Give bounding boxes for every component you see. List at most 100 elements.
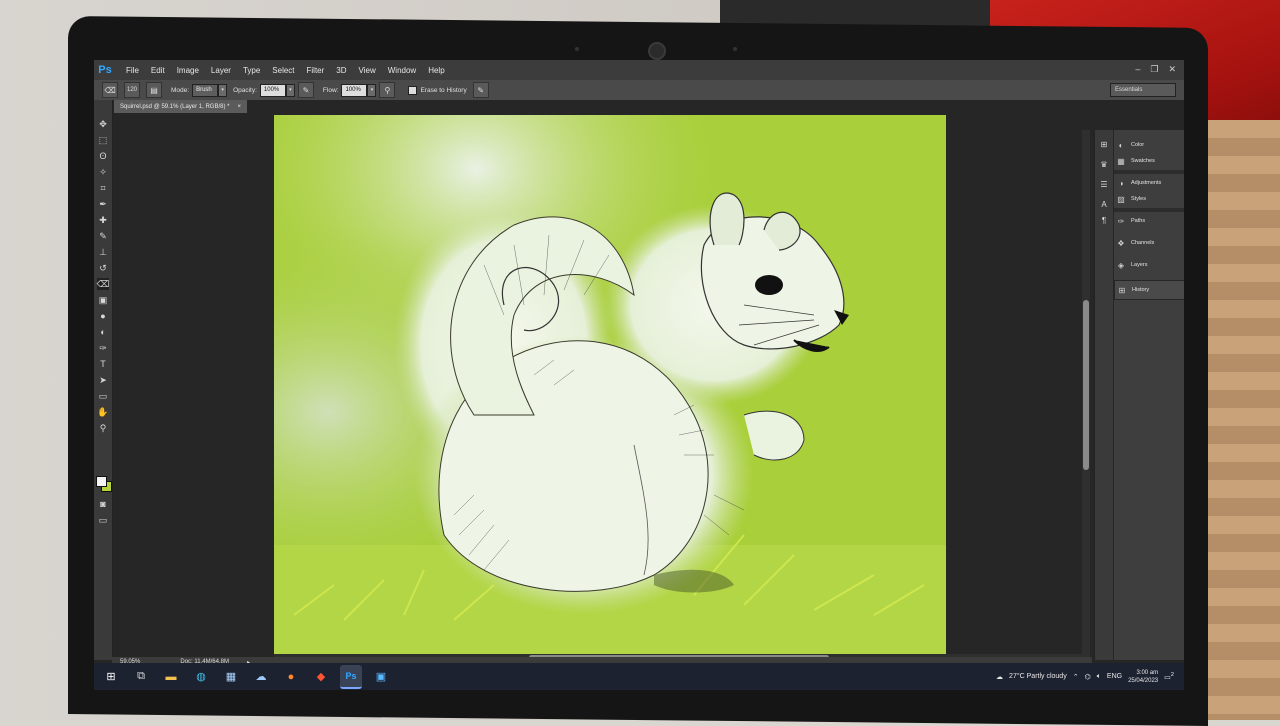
mode-dropdown-arrow-icon[interactable]: ▾ — [218, 83, 228, 97]
cloud-app-icon[interactable]: ☁ — [250, 666, 272, 688]
menu-edit[interactable]: Edit — [145, 66, 171, 75]
brush-panel-icon[interactable]: ▤ — [146, 82, 162, 98]
mode-select[interactable]: Brush — [192, 83, 219, 97]
squirrel-artwork — [274, 115, 946, 655]
opacity-dropdown-arrow-icon[interactable]: ▾ — [285, 83, 295, 97]
tray-overflow-chevron-icon[interactable]: ⌃ — [1073, 673, 1079, 681]
brush-size-picker[interactable]: 120 — [124, 82, 140, 98]
airbrush-icon[interactable]: ⚲ — [379, 82, 396, 98]
color-swatches[interactable] — [96, 476, 112, 492]
menu-filter[interactable]: Filter — [301, 66, 331, 75]
file-explorer-icon[interactable]: ▬ — [160, 666, 182, 688]
menu-file[interactable]: File — [120, 66, 145, 75]
opacity-input[interactable]: 100% — [259, 83, 286, 97]
foreground-color-swatch[interactable] — [96, 476, 107, 487]
properties-icon[interactable]: ☰ — [1098, 178, 1110, 190]
flow-dropdown-arrow-icon[interactable]: ▾ — [367, 83, 377, 97]
pressure-opacity-icon[interactable]: ✎ — [297, 82, 314, 98]
weather-text[interactable]: 27°C Partly cloudy — [1009, 673, 1067, 680]
weather-icon: ☁ — [996, 673, 1004, 681]
panel-layers[interactable]: ◈ Layers — [1116, 256, 1178, 274]
photos-app-icon[interactable]: ▣ — [370, 666, 392, 688]
history-icon: ⊞ — [1118, 285, 1126, 295]
quick-select-tool-icon[interactable]: ✧ — [97, 166, 109, 178]
gradient-tool-icon[interactable]: ▣ — [97, 294, 109, 306]
restore-button[interactable]: ❐ — [1150, 64, 1158, 75]
panel-channels[interactable]: ❖ Channels — [1116, 234, 1178, 252]
crop-tool-icon[interactable]: ⌗ — [97, 182, 109, 194]
clock-date: 25/04/2023 — [1128, 677, 1159, 684]
window-controls: – ❐ ✕ — [1135, 64, 1176, 75]
pressure-size-icon[interactable]: ✎ — [472, 82, 489, 98]
workspace-switcher[interactable]: Essentials — [1110, 83, 1176, 97]
clone-stamp-tool-icon[interactable]: ⊥ — [97, 246, 109, 258]
move-tool-icon[interactable]: ✥ — [97, 118, 109, 130]
menu-3d[interactable]: 3D — [330, 66, 352, 75]
calendar-app-icon[interactable]: ▦ — [220, 666, 242, 688]
close-button[interactable]: ✕ — [1168, 64, 1176, 75]
panel-color-label: Color — [1131, 142, 1145, 148]
blur-tool-icon[interactable]: ● — [97, 310, 109, 322]
notification-center-icon[interactable]: ▭2 — [1164, 672, 1174, 681]
network-icon[interactable]: ⌬ — [1085, 673, 1091, 681]
menu-window[interactable]: Window — [382, 66, 422, 75]
menu-type[interactable]: Type — [237, 66, 266, 75]
document-tab[interactable]: Squirrel.psd @ 59.1% (Layer 1, RGB/8) * … — [114, 100, 247, 113]
flow-input[interactable]: 100% — [341, 83, 368, 97]
minimize-button[interactable]: – — [1135, 64, 1140, 75]
screen-mode-icon[interactable]: ▭ — [97, 514, 109, 526]
photoshop-window: Ps File Edit Image Layer Type Select Fil… — [94, 60, 1184, 690]
sensor-dot — [733, 47, 737, 51]
history-panel-icon[interactable]: ⊞ — [1098, 138, 1110, 150]
windows-start-icon[interactable]: ⊞ — [100, 666, 122, 688]
clock[interactable]: 3:00 am 25/04/2023 — [1128, 669, 1158, 685]
eraser-tool-icon[interactable]: ⌫ — [97, 278, 109, 290]
menu-view[interactable]: View — [353, 66, 382, 75]
language-indicator[interactable]: ENG — [1107, 673, 1122, 680]
edge-browser-icon[interactable]: ◍ — [190, 666, 212, 688]
panel-history[interactable]: ⊞ History — [1117, 281, 1179, 299]
layers-panel-icon: ◈ — [1117, 260, 1125, 270]
lasso-tool-icon[interactable]: ʘ — [97, 150, 109, 162]
menu-image[interactable]: Image — [171, 66, 205, 75]
zoom-tool-icon[interactable]: ⚲ — [97, 422, 109, 434]
firefox-icon[interactable]: ● — [280, 666, 302, 688]
volume-icon[interactable]: 🔈︎ — [1097, 673, 1101, 681]
eyedropper-tool-icon[interactable]: ✒ — [97, 198, 109, 210]
panel-channels-label: Channels — [1131, 240, 1155, 246]
canvas[interactable] — [274, 115, 946, 655]
healing-brush-tool-icon[interactable]: ✚ — [97, 214, 109, 226]
menu-select[interactable]: Select — [266, 66, 300, 75]
quick-mask-icon[interactable]: ◙ — [97, 498, 109, 510]
marquee-tool-icon[interactable]: ⬚ — [97, 134, 109, 146]
document-tab-close-icon[interactable]: × — [237, 104, 241, 110]
dodge-tool-icon[interactable]: ◐ — [97, 326, 109, 338]
path-select-tool-icon[interactable]: ➤ — [97, 374, 109, 386]
brush-size-value: 120 — [126, 87, 137, 93]
character-panel-icon[interactable]: A — [1098, 198, 1110, 210]
erase-history-checkbox[interactable] — [408, 85, 418, 95]
panel-styles[interactable]: ▨ Styles — [1116, 190, 1178, 208]
eraser-tool-preset-icon[interactable]: ⌫ — [102, 82, 118, 98]
task-view-icon[interactable]: ⧉ — [130, 666, 152, 688]
brave-browser-icon[interactable]: ◆ — [310, 666, 332, 688]
panel-swatches[interactable]: ▦ Swatches — [1116, 152, 1178, 170]
vertical-scrollbar[interactable] — [1082, 130, 1090, 660]
brush-presets-icon[interactable]: ♛ — [1098, 158, 1110, 170]
history-brush-tool-icon[interactable]: ↺ — [97, 262, 109, 274]
menu-layer[interactable]: Layer — [205, 66, 237, 75]
hand-tool-icon[interactable]: ✋ — [97, 406, 109, 418]
menu-bar: Ps File Edit Image Layer Type Select Fil… — [94, 60, 1184, 80]
system-tray: ☁ 27°C Partly cloudy ⌃ ⌬ 🔈︎ ENG 3:00 am … — [996, 665, 1174, 688]
menu-help[interactable]: Help — [422, 66, 450, 75]
paragraph-panel-icon[interactable]: ¶ — [1098, 214, 1110, 226]
shape-tool-icon[interactable]: ▭ — [97, 390, 109, 402]
clock-time: 3:00 am — [1136, 669, 1159, 676]
brush-tool-icon[interactable]: ✎ — [97, 230, 109, 242]
vertical-scroll-thumb[interactable] — [1083, 300, 1089, 470]
type-tool-icon[interactable]: T — [97, 358, 109, 370]
pen-tool-icon[interactable]: ✑ — [97, 342, 109, 354]
photoshop-taskbar-icon[interactable]: Ps — [340, 664, 362, 689]
panel-paths[interactable]: ✑ Paths — [1116, 212, 1178, 230]
panel-swatches-label: Swatches — [1131, 158, 1155, 164]
